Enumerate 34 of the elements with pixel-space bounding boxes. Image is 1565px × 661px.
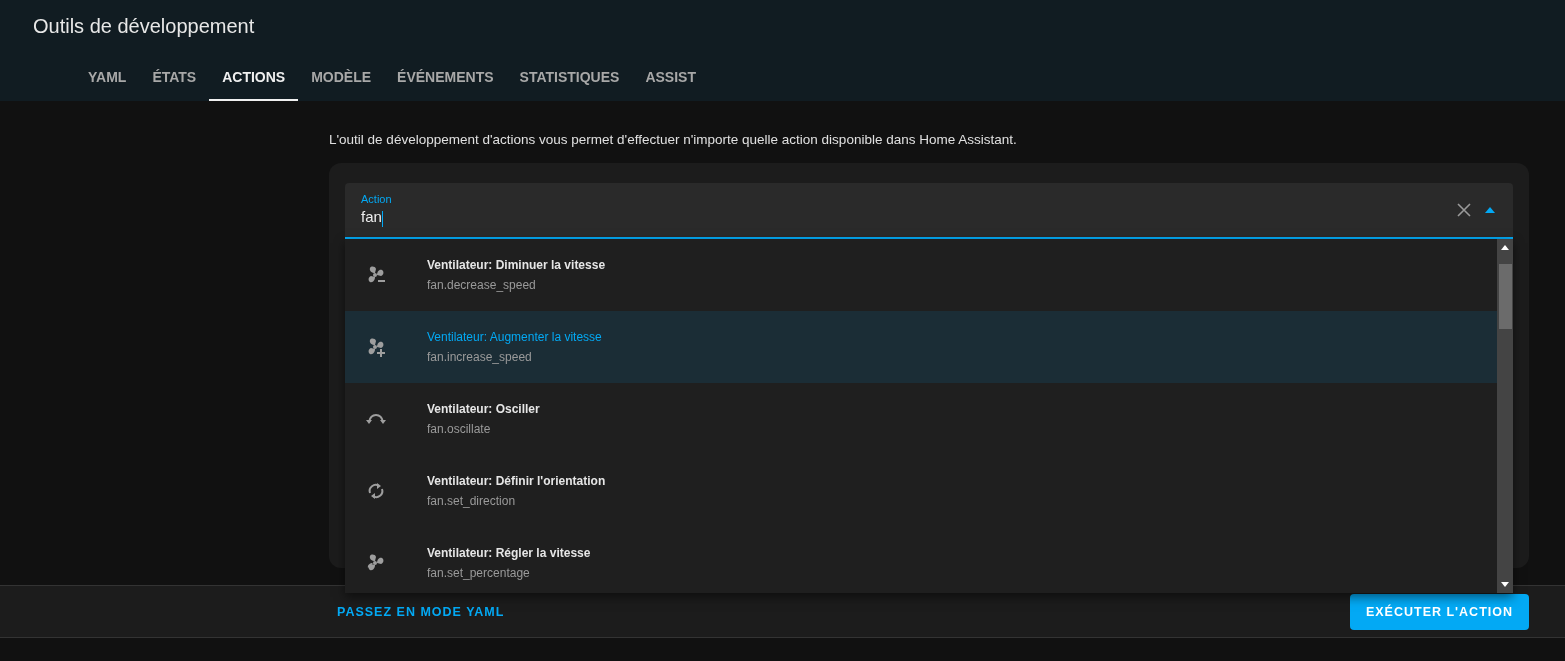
suggestion-subtitle: fan.set_direction (427, 494, 517, 508)
tab[interactable]: YAML (75, 59, 140, 101)
caret-up-icon[interactable] (1485, 207, 1495, 213)
scrollbar[interactable] (1497, 239, 1513, 593)
field-label: Action (361, 193, 393, 206)
suggestion-title: Ventilateur: Osciller (427, 402, 540, 416)
suggestion-title: Ventilateur: Régler la vitesse (427, 546, 591, 560)
action-field[interactable]: Action fan (345, 183, 1513, 239)
clear-icon[interactable] (1457, 203, 1471, 217)
yaml-mode-link[interactable]: PASSEZ EN MODE YAML (337, 604, 505, 619)
scroll-up-icon[interactable] (1501, 245, 1509, 250)
suggestion-title: Ventilateur: Augmenter la vitesse (427, 330, 602, 344)
tab[interactable]: ASSIST (632, 59, 709, 101)
suggestion-subtitle: fan.set_percentage (427, 566, 531, 580)
suggestion-subtitle: fan.oscillate (427, 422, 492, 436)
description-text: L'outil de développement d'actions vous permet d'effectuer n'importe quelle action disponible dans Home Assistant. (329, 132, 1018, 147)
tab[interactable]: ACTIONS (209, 59, 299, 101)
suggestion-title: Ventilateur: Définir l'orientation (427, 474, 606, 488)
suggestion-subtitle: fan.decrease_speed (427, 278, 537, 292)
suggestion-item[interactable]: Ventilateur: Diminuer la vitesse fan.decrease_speed (345, 239, 1497, 311)
suggestion-subtitle: fan.increase_speed (427, 350, 533, 364)
scrollbar-thumb[interactable] (1498, 264, 1512, 329)
tab[interactable]: MODÈLE (298, 59, 385, 101)
suggestion-item[interactable]: Ventilateur: Régler la vitesse fan.set_percentage (345, 527, 1497, 593)
tab[interactable]: ÉTATS (139, 59, 210, 101)
suggestion-item[interactable]: Ventilateur: Osciller fan.oscillate (345, 383, 1497, 455)
scroll-down-icon[interactable] (1501, 582, 1509, 587)
tab[interactable]: ÉVÉNEMENTS (384, 59, 507, 101)
field-value: fan (361, 208, 384, 227)
page-title: Outils de développement (32, 14, 256, 39)
suggestion-item[interactable]: Ventilateur: Augmenter la vitesse fan.increase_speed (345, 311, 1497, 383)
suggestion-title: Ventilateur: Diminuer la vitesse (427, 258, 606, 272)
tab[interactable]: STATISTIQUES (506, 59, 633, 101)
suggestion-item[interactable]: Ventilateur: Définir l'orientation fan.set_direction (345, 455, 1497, 527)
